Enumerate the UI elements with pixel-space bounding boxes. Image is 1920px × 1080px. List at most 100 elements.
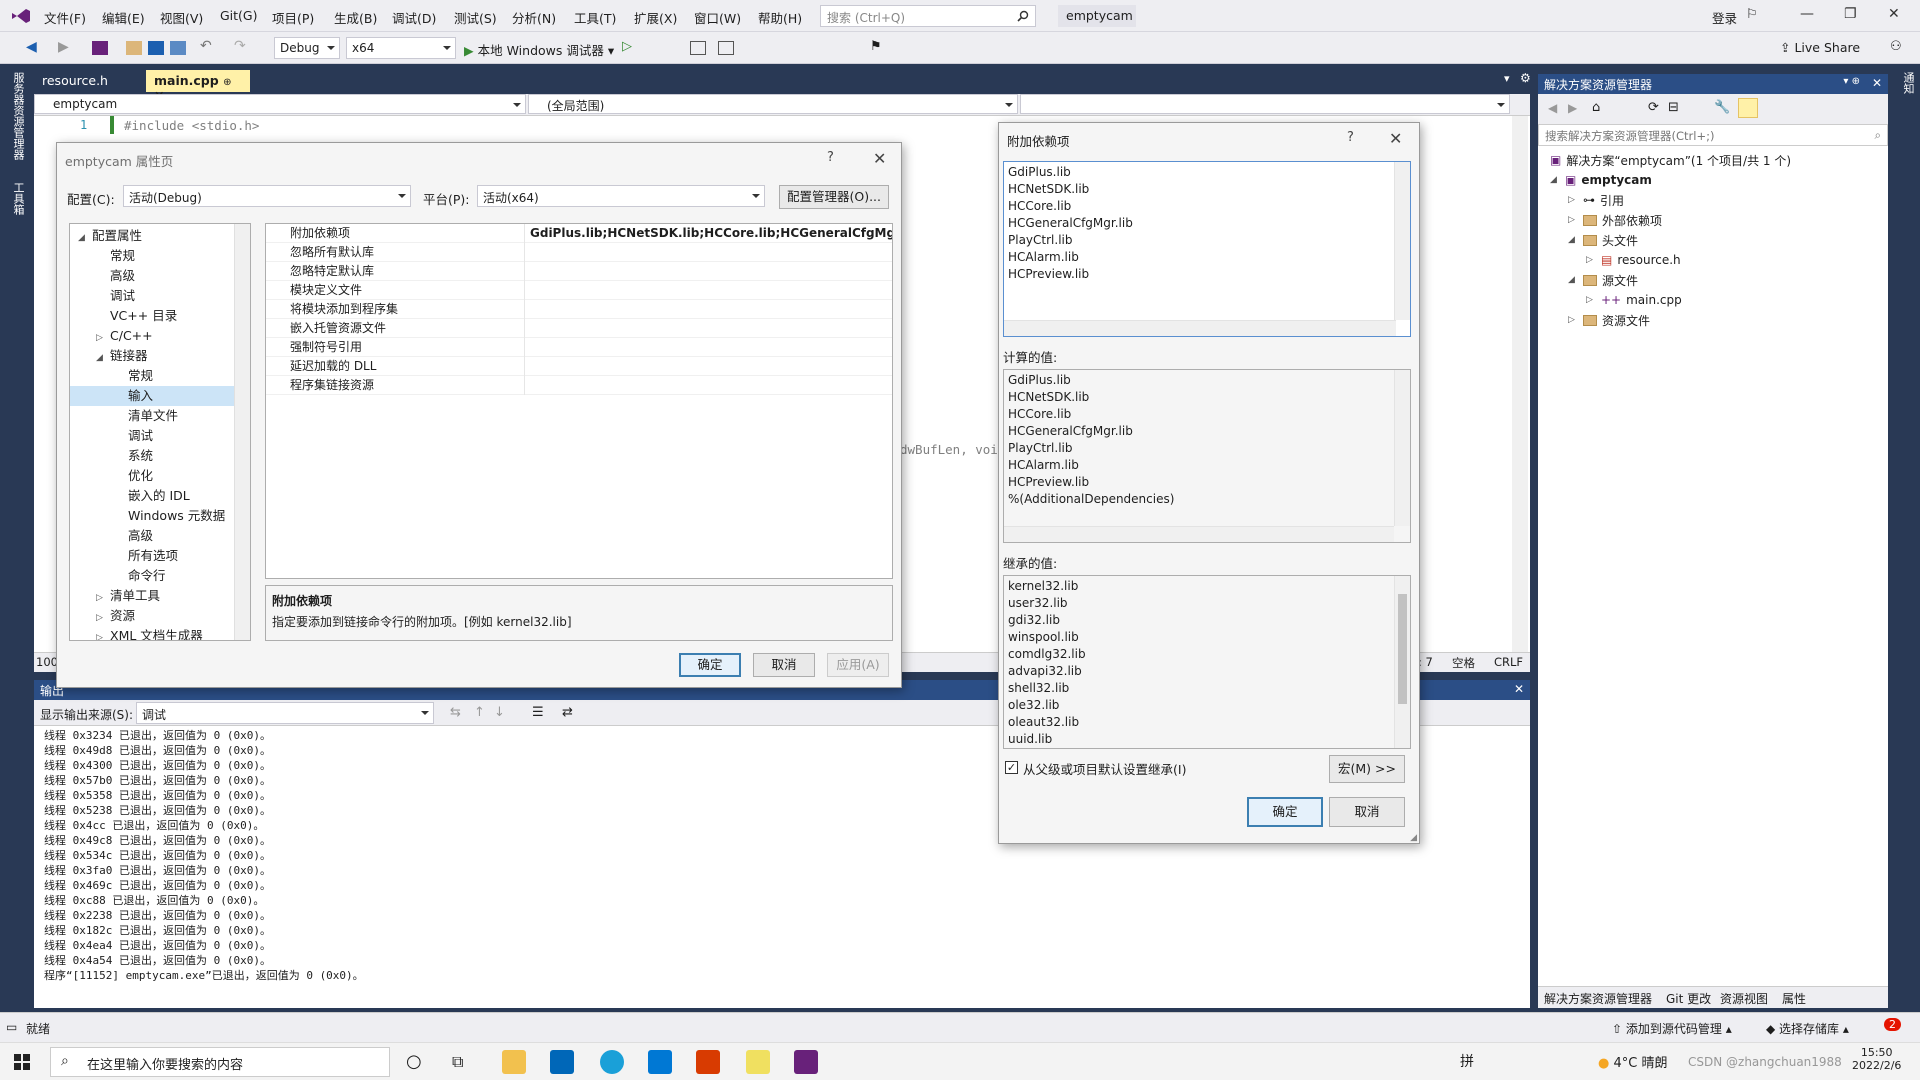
config-select[interactable]: 活动(Debug) xyxy=(123,185,411,207)
whitespace-indicator[interactable]: 空格 xyxy=(1452,655,1475,671)
property-grid-row[interactable]: 延迟加载的 DLL xyxy=(266,357,892,376)
menu-item[interactable]: 编辑(E) xyxy=(102,8,145,27)
cancel-button[interactable]: 取消 xyxy=(1329,797,1405,827)
add-source-control-button[interactable]: ⇧ 添加到源代码管理 ▴ xyxy=(1612,1020,1732,1037)
property-tree-item[interactable]: 嵌入的 IDL xyxy=(70,486,234,506)
tree-header-files[interactable]: ◢ 头文件 xyxy=(1568,230,1638,250)
select-repo-button[interactable]: ◆ 选择存储库 ▴ xyxy=(1766,1020,1849,1037)
property-tree-item[interactable]: Windows 元数据 xyxy=(70,506,234,526)
inherit-checkbox[interactable]: ✓ xyxy=(1005,761,1018,774)
server-explorer-tab[interactable]: 服务器资源管理器 xyxy=(10,72,26,160)
member-combo[interactable] xyxy=(1020,94,1510,114)
property-tree-item[interactable]: VC++ 目录 xyxy=(70,306,234,326)
edge-icon[interactable] xyxy=(600,1050,624,1074)
tree-solution[interactable]: ▣ 解决方案“emptycam”(1 个项目/共 1 个) xyxy=(1550,150,1791,170)
notifications-tab[interactable]: 通知 xyxy=(1900,72,1916,94)
next-message-icon[interactable]: ↓ xyxy=(494,705,505,720)
close-dialog-button[interactable]: ✕ xyxy=(873,149,886,168)
new-project-icon[interactable] xyxy=(92,41,108,55)
property-tree-item[interactable]: 调试 xyxy=(70,286,234,306)
pin-icon[interactable]: ⊕ xyxy=(223,77,231,88)
close-panel-icon[interactable]: ✕ xyxy=(1872,76,1882,90)
tab-properties[interactable]: 属性 xyxy=(1782,990,1806,1007)
live-share-button[interactable]: ⇪ Live Share xyxy=(1780,40,1860,55)
file-explorer-icon[interactable] xyxy=(502,1050,526,1074)
save-all-icon[interactable] xyxy=(170,41,186,55)
menu-item[interactable]: 扩展(X) xyxy=(634,8,677,27)
close-dialog-button[interactable]: ✕ xyxy=(1389,129,1402,148)
mail-icon[interactable] xyxy=(648,1050,672,1074)
menu-item[interactable]: 文件(F) xyxy=(44,8,86,27)
property-grid-row[interactable]: 忽略所有默认库 xyxy=(266,243,892,262)
chevron-down-icon[interactable]: ▾ xyxy=(1504,72,1510,85)
property-tree-item[interactable]: ▷ 资源 xyxy=(70,606,234,626)
toolbox-tab[interactable]: 工具箱 xyxy=(10,182,26,215)
tree-resource-h[interactable]: ▷ ▤ resource.h xyxy=(1586,250,1681,270)
property-grid-row[interactable]: 忽略特定默认库 xyxy=(266,262,892,281)
tab-solution-explorer[interactable]: 解决方案资源管理器 xyxy=(1544,990,1652,1007)
feedback-icon[interactable]: ⚐ xyxy=(1746,7,1758,22)
gear-icon[interactable]: ⚙ xyxy=(1520,71,1531,85)
notification-badge[interactable]: 2 xyxy=(1884,1018,1901,1031)
property-tree-item[interactable]: 调试 xyxy=(70,426,234,446)
property-tree-item[interactable]: 清单文件 xyxy=(70,406,234,426)
home-icon[interactable]: ⌂ xyxy=(1592,100,1600,115)
refresh-icon[interactable]: ⟳ xyxy=(1648,100,1659,115)
menu-item[interactable]: 项目(P) xyxy=(272,8,314,27)
undo-icon[interactable]: ↶ xyxy=(200,38,216,54)
property-tree-item[interactable]: 常规 xyxy=(70,366,234,386)
property-tree-item[interactable]: ▷ 清单工具 xyxy=(70,586,234,606)
zoom-level[interactable]: 100 xyxy=(36,655,58,669)
scope-combo[interactable]: (全局范围) xyxy=(528,94,1018,114)
editor-horizontal-scrollbar[interactable] xyxy=(1004,320,1396,336)
start-without-debug-icon[interactable]: ▷ xyxy=(622,39,638,54)
eol-indicator[interactable]: CRLF xyxy=(1494,655,1523,669)
collapse-all-icon[interactable]: ⊟ xyxy=(1668,100,1679,115)
property-tree-scrollbar[interactable] xyxy=(234,224,250,640)
forward-icon[interactable]: ▶ xyxy=(58,39,74,55)
property-tree-item[interactable]: 优化 xyxy=(70,466,234,486)
platform-combo[interactable]: x64 xyxy=(346,37,456,59)
menu-item[interactable]: 窗口(W) xyxy=(694,8,741,27)
save-icon[interactable] xyxy=(148,41,164,55)
property-grid-row[interactable]: 程序集链接资源 xyxy=(266,376,892,395)
config-combo[interactable]: Debug xyxy=(274,37,340,59)
find-message-icon[interactable]: ⇆ xyxy=(450,705,461,720)
clock[interactable]: 15:50 2022/2/6 xyxy=(1852,1046,1901,1072)
browse-icon[interactable] xyxy=(690,41,706,55)
tree-project[interactable]: ◢ ▣ emptycam xyxy=(1550,170,1652,190)
tab-resource-view[interactable]: 资源视图 xyxy=(1720,990,1768,1007)
menu-item[interactable]: Git(G) xyxy=(220,8,258,23)
preview-selected-icon[interactable] xyxy=(1738,98,1758,118)
computed-horizontal-scrollbar[interactable] xyxy=(1004,526,1394,542)
menu-item[interactable]: 工具(T) xyxy=(574,8,616,27)
windows-start-icon[interactable] xyxy=(14,1054,30,1070)
open-folder-icon[interactable] xyxy=(126,41,142,55)
tab-resource-h[interactable]: resource.h xyxy=(34,70,142,92)
layout-icon[interactable] xyxy=(718,41,734,55)
property-tree-item[interactable]: 输入 xyxy=(70,386,234,406)
close-panel-icon[interactable]: ✕ xyxy=(1514,682,1524,696)
menu-item[interactable]: 生成(B) xyxy=(334,8,377,27)
computed-values-list[interactable]: GdiPlus.lib HCNetSDK.lib HCCore.lib HCGener… xyxy=(1003,369,1411,543)
prev-message-icon[interactable]: ↑ xyxy=(474,705,485,720)
tree-references[interactable]: ▷ ⊶ 引用 xyxy=(1568,190,1624,210)
solution-search-input[interactable]: 搜索解决方案资源管理器(Ctrl+;) ⌕ xyxy=(1538,124,1888,146)
redo-icon[interactable]: ↷ xyxy=(234,38,250,54)
menu-item[interactable]: 帮助(H) xyxy=(758,8,802,27)
back-icon[interactable]: ◀ xyxy=(1548,101,1557,115)
editor-vertical-scrollbar[interactable] xyxy=(1512,116,1528,652)
menu-item[interactable]: 调试(D) xyxy=(392,8,436,27)
taskbar-search-input[interactable]: ⌕ 在这里输入你要搜索的内容 xyxy=(50,1047,390,1077)
cortana-icon[interactable]: ○ xyxy=(406,1051,422,1072)
scroll-thumb[interactable] xyxy=(1398,594,1407,704)
apply-button[interactable]: 应用(A) xyxy=(827,653,889,677)
ok-button[interactable]: 确定 xyxy=(1247,797,1323,827)
restore-button[interactable]: ❐ xyxy=(1844,6,1857,22)
property-grid-row[interactable]: 强制符号引用 xyxy=(266,338,892,357)
weather-widget[interactable]: ● 4°C 晴朗 xyxy=(1598,1052,1667,1071)
editor-vertical-scrollbar[interactable] xyxy=(1394,162,1410,320)
ime-icon[interactable]: 拼 xyxy=(1460,1051,1474,1071)
resize-grip-icon[interactable]: ◢ xyxy=(1410,833,1417,843)
ok-button[interactable]: 确定 xyxy=(679,653,741,677)
